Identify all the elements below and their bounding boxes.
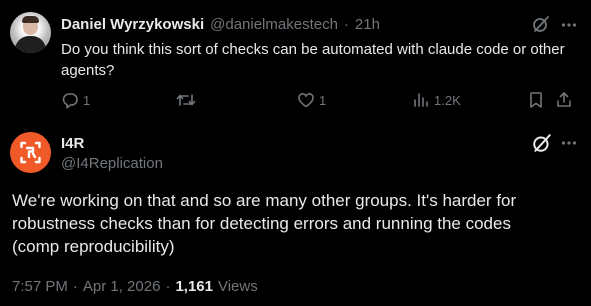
reply-count: 1	[83, 92, 91, 108]
tweet-text-line: (comp reproducibility)	[12, 237, 175, 256]
more-icon[interactable]	[560, 134, 578, 152]
separator: ·	[165, 278, 171, 295]
reply-button[interactable]: 1	[61, 90, 90, 110]
i4r-avatar[interactable]	[10, 132, 51, 173]
tweet-text: Do you think this sort of checks can be …	[61, 41, 565, 79]
avatar[interactable]	[10, 12, 51, 53]
timestamp[interactable]: 21h	[355, 16, 380, 33]
i4r-logo-icon	[20, 141, 41, 164]
bookmark-icon[interactable]	[528, 90, 544, 110]
views-label: Views	[217, 278, 258, 295]
tweet-text-line: We're working on that and so are many ot…	[12, 191, 517, 210]
grok-icon[interactable]	[532, 133, 552, 153]
tweet-meta: 7:57 PM · Apr 1, 2026 · 1,161 Views	[12, 278, 258, 295]
reply-icon	[61, 91, 79, 109]
more-icon[interactable]	[560, 16, 578, 34]
heart-icon	[297, 91, 315, 109]
grok-icon[interactable]	[532, 15, 550, 33]
tweet-date[interactable]: Apr 1, 2026	[83, 278, 161, 295]
author-handle[interactable]: @danielmakestech	[210, 16, 338, 33]
views-icon	[412, 91, 430, 109]
share-icon[interactable]	[555, 90, 573, 110]
tweet-text-line: robustness checks than for detecting err…	[12, 214, 511, 233]
tweet-text: We're working on that and so are many ot…	[12, 189, 582, 258]
repost-button[interactable]	[176, 90, 200, 110]
views-count: 1.2K	[434, 92, 461, 108]
reply-tweet[interactable]: Daniel Wyrzykowski @danielmakestech · 21…	[0, 0, 591, 118]
views-button[interactable]: 1.2K	[412, 90, 461, 110]
reply-tweet-header: Daniel Wyrzykowski @danielmakestech · 21…	[61, 14, 380, 34]
repost-icon	[176, 91, 196, 109]
separator: ·	[343, 15, 349, 33]
author-handle[interactable]: @I4Replication	[61, 155, 163, 172]
author-name[interactable]: I4R	[61, 135, 84, 152]
like-button[interactable]: 1	[297, 90, 326, 110]
views-count: 1,161	[175, 278, 213, 295]
like-count: 1	[319, 92, 327, 108]
author-name[interactable]: Daniel Wyrzykowski	[61, 16, 204, 33]
tweet-time[interactable]: 7:57 PM	[12, 278, 68, 295]
separator: ·	[72, 278, 78, 295]
